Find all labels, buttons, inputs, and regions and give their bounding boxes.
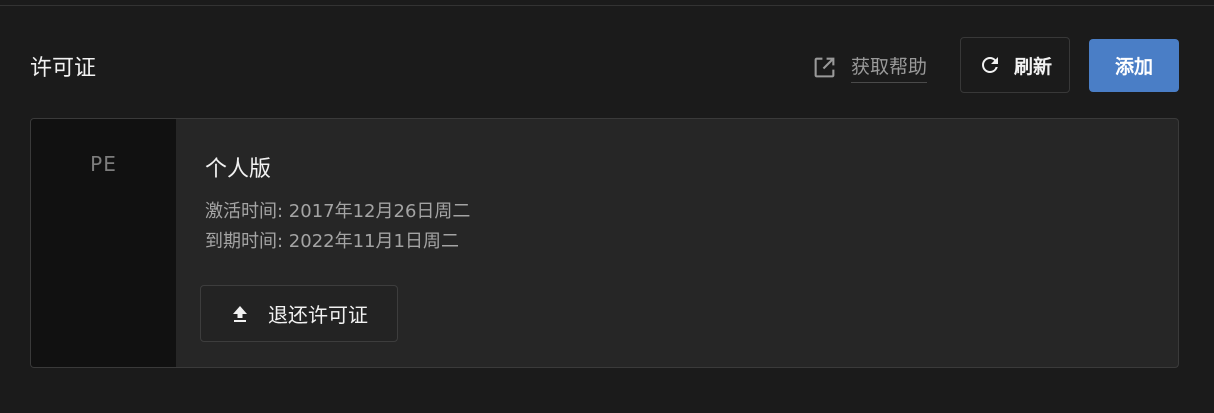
edition-badge: PE [31,119,176,367]
edition-name: 个人版 [205,157,272,182]
help-link[interactable]: 获取帮助 [812,52,928,83]
page-title: 许可证 [30,56,97,81]
help-link-label: 获取帮助 [851,52,928,83]
edition-code: PE [90,152,117,176]
license-details: 个人版 激活时间: 2017年12月26日周二 到期时间: 2022年11月1日… [200,119,1178,367]
add-button[interactable]: 添加 [1089,39,1179,92]
refresh-icon [978,53,1002,77]
return-license-button[interactable]: 退还许可证 [200,285,398,342]
upload-arrow-icon [230,304,250,324]
license-card: PE 个人版 激活时间: 2017年12月26日周二 到期时间: 2022年11… [30,118,1179,368]
expiration-date: 到期时间: 2022年11月1日周二 [205,231,459,252]
return-license-label: 退还许可证 [268,303,368,327]
refresh-button-label: 刷新 [1013,55,1052,78]
refresh-button[interactable]: 刷新 [960,37,1070,93]
license-header: 许可证 获取帮助 刷新 添加 [0,36,1214,94]
top-divider [0,5,1214,6]
activation-date: 激活时间: 2017年12月26日周二 [205,201,471,222]
external-link-icon [812,55,837,80]
